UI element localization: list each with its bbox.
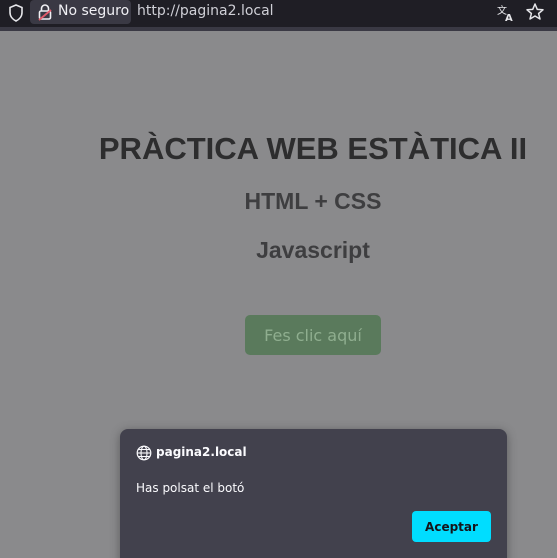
page-title: PRÀCTICA WEB ESTÀTICA II [98, 131, 528, 166]
dialog-origin: pagina2.local [156, 445, 247, 459]
star-icon[interactable] [525, 2, 545, 22]
shield-icon[interactable] [8, 4, 24, 22]
site-security-button[interactable]: No seguro [30, 0, 131, 24]
address-bar-url[interactable]: http://pagina2.local [137, 3, 274, 19]
toolbar-divider [0, 27, 557, 31]
accept-button[interactable]: Aceptar [412, 511, 491, 542]
svg-text:A: A [505, 13, 513, 23]
browser-toolbar: No seguro http://pagina2.local 文 A [0, 0, 557, 27]
globe-icon [136, 445, 152, 461]
page-subtitle-javascript: Javascript [256, 237, 370, 263]
page-subtitle-html-css: HTML + CSS [244, 188, 382, 214]
security-label: No seguro [58, 3, 130, 19]
lock-icon [37, 3, 53, 21]
dialog-message: Has polsat el botó [136, 481, 245, 495]
click-here-button[interactable]: Fes clic aquí [245, 315, 381, 355]
alert-dialog: pagina2.local Has polsat el botó Aceptar [120, 429, 507, 558]
translate-icon[interactable]: 文 A [496, 3, 516, 24]
